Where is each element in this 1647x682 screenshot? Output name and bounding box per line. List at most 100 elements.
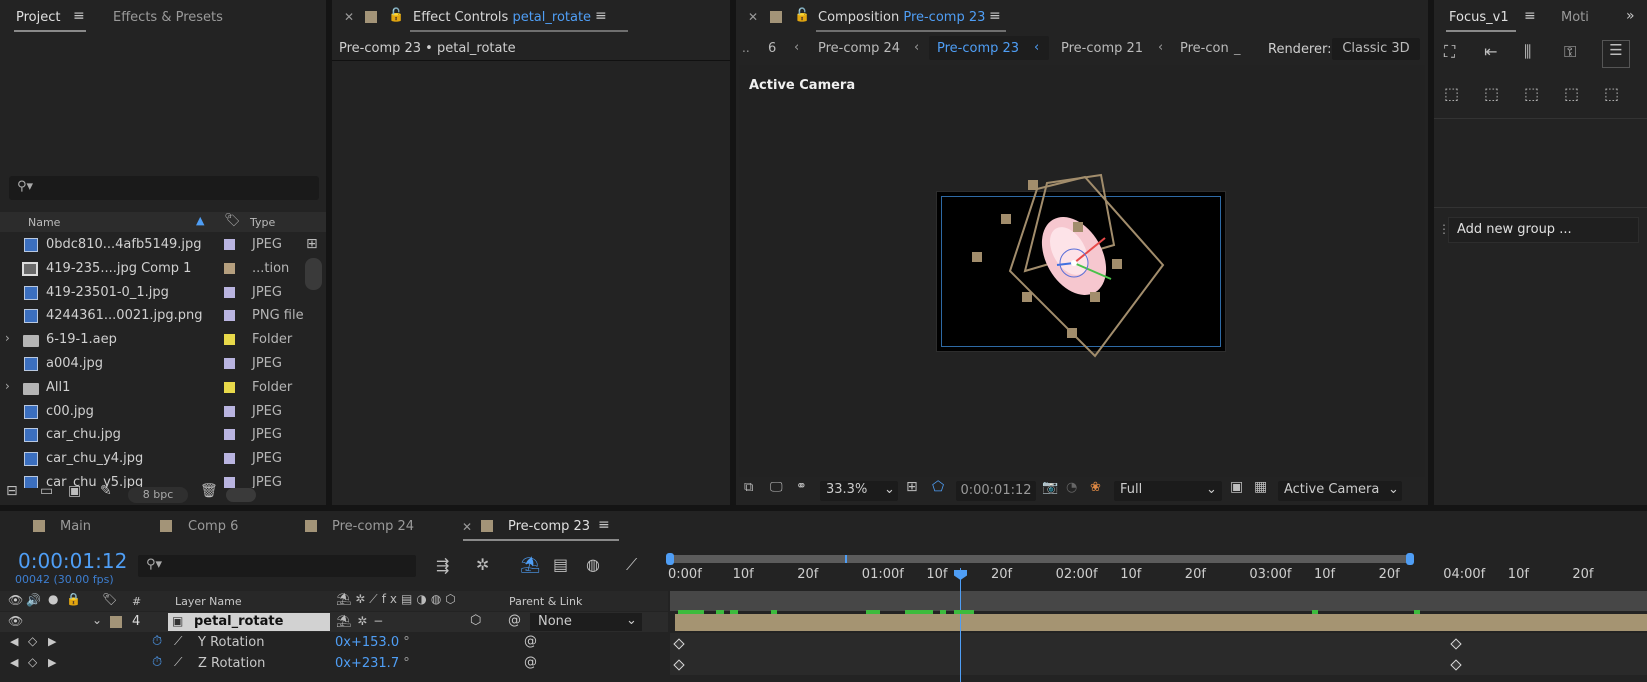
list-item[interactable]: car_chu_y4.jpg JPEG — [0, 448, 290, 471]
playhead[interactable] — [960, 568, 961, 682]
list-item[interactable]: › 6-19-1.aep Folder — [0, 329, 292, 352]
focus-tag-remove-icon[interactable]: ⬚ — [1564, 84, 1579, 103]
label-color[interactable] — [224, 310, 235, 322]
expression-pickwhip-icon[interactable]: @ — [524, 634, 537, 649]
list-item[interactable]: 0bdc810...4afb5149.jpg JPEG — [0, 234, 290, 257]
grid-guides-icon[interactable]: ⊞ — [906, 479, 918, 495]
list-item[interactable]: c00.jpg JPEG — [0, 401, 290, 424]
transform-handle[interactable] — [1022, 292, 1032, 302]
close-icon[interactable]: ✕ — [748, 10, 758, 24]
layer-name-field[interactable]: ▣ petal_rotate — [168, 613, 330, 631]
interpret-footage-icon[interactable]: ⊟ — [6, 483, 18, 499]
label-color[interactable] — [224, 239, 235, 250]
motion-blur-icon[interactable]: ◍ — [586, 555, 600, 574]
show-snapshot-icon[interactable]: ◔ — [1066, 480, 1077, 495]
label-tag-icon[interactable]: 🏷 — [224, 213, 241, 228]
label-color[interactable] — [224, 453, 235, 465]
frame-blending-icon[interactable]: ▤ — [553, 555, 568, 574]
timeline-timecode[interactable]: 0:00:01:12 — [18, 549, 127, 573]
new-composition-icon[interactable]: ▣ — [68, 483, 81, 499]
new-folder-icon[interactable]: ▭ — [40, 483, 53, 499]
layer-row[interactable]: 👁 ⌄ 4 ▣ petal_rotate ⛱✲− ⬡ @ None ⌄ — [0, 612, 668, 632]
lock-icon[interactable]: 🔓 — [388, 8, 404, 23]
focus-tag-icon[interactable]: ⬚ — [1484, 84, 1499, 103]
column-name-header[interactable]: Name — [28, 216, 60, 229]
label-color[interactable] — [224, 405, 235, 417]
focus-tag-add-icon[interactable]: ⬚ — [1604, 84, 1619, 103]
transform-handle[interactable] — [1067, 328, 1077, 338]
tab-pre-comp-24[interactable]: Pre-comp 24 — [332, 519, 414, 534]
shy-layers-icon[interactable]: ⛱ — [520, 555, 540, 574]
list-item[interactable]: a004.jpg JPEG — [0, 353, 290, 376]
expression-pickwhip-icon[interactable]: @ — [524, 655, 537, 670]
layer-duration-bar[interactable] — [675, 614, 1647, 631]
transform-handle[interactable] — [972, 252, 982, 262]
prev-keyframe-icon[interactable]: ◀ — [10, 635, 18, 648]
transform-handle[interactable] — [1028, 180, 1038, 190]
list-item[interactable]: › All1 Folder — [0, 377, 292, 400]
focus-align-icon[interactable]: ⫼ — [1524, 42, 1531, 62]
label-color[interactable] — [224, 381, 235, 393]
nav-pre-comp-23[interactable]: Pre-comp 23 ‹ — [929, 36, 1049, 60]
mask-visibility-icon[interactable]: ⚭ — [796, 479, 807, 494]
add-group-field[interactable]: Add new group ... — [1448, 217, 1639, 243]
column-type-header[interactable]: Type — [250, 216, 275, 229]
focus-select-icon[interactable]: ⛶ — [1444, 42, 1455, 62]
graph-icon[interactable]: ⟋ — [174, 634, 182, 649]
tab-main[interactable]: Main — [60, 519, 91, 534]
transform-handle[interactable] — [1073, 222, 1083, 232]
hamburger-icon[interactable]: ≡ — [989, 8, 1001, 24]
draft-3d-icon[interactable]: ✲ — [476, 555, 489, 574]
hamburger-icon[interactable]: ≡ — [598, 517, 610, 533]
current-time-field[interactable]: 0:00:01:12 — [956, 481, 1036, 501]
comp-flowchart-icon[interactable]: ⇶ — [436, 556, 449, 575]
camera-select[interactable]: Active Camera ⌄ — [1278, 481, 1402, 501]
lock-icon[interactable]: 🔓 — [794, 8, 810, 23]
property-row-y-rotation[interactable]: ◀ ◇ ▶ ⏱ ⟋ Y Rotation 0x+153.0 ° @ — [0, 633, 668, 654]
channel-rgb-icon[interactable]: ❀ — [1090, 480, 1101, 495]
flowchart-icon[interactable]: ⊞ — [306, 236, 318, 252]
3d-layer-icon[interactable]: ⬡ — [470, 613, 481, 628]
time-navigator[interactable] — [666, 553, 1414, 565]
composition-title[interactable]: Composition Pre-comp 23 — [818, 10, 985, 25]
tab-comp-6[interactable]: Comp 6 — [188, 519, 238, 534]
toggle-mask-icon[interactable]: ⬠ — [932, 479, 944, 495]
tab-focus[interactable]: Focus_v1 — [1449, 10, 1509, 25]
focus-back-icon[interactable]: ⇤ — [1484, 42, 1497, 61]
focus-tag-icon[interactable]: ⬚ — [1524, 84, 1539, 103]
region-of-interest-icon[interactable]: ▣ — [1230, 479, 1243, 495]
next-keyframe-icon[interactable]: ▶ — [48, 635, 56, 648]
hamburger-icon[interactable]: ≡ — [73, 8, 85, 24]
zoom-select[interactable]: 33.3% ⌄ — [820, 481, 898, 501]
property-value[interactable]: 0x+153.0 ° — [335, 635, 410, 650]
tab-pre-comp-23[interactable]: Pre-comp 23 — [508, 519, 590, 534]
snapshot-options-icon[interactable]: ⧉ — [744, 480, 753, 495]
parent-select[interactable]: None ⌄ — [530, 613, 642, 631]
expand-chevron-icon[interactable]: ⌄ — [92, 613, 102, 627]
thumbnail-slider[interactable] — [226, 488, 256, 502]
delete-icon[interactable]: 🗑 — [200, 483, 218, 499]
label-color[interactable] — [224, 358, 235, 369]
tab-project[interactable]: Project — [16, 10, 60, 25]
next-keyframe-icon[interactable]: ▶ — [48, 656, 56, 669]
work-area-bar[interactable] — [670, 591, 1647, 611]
layer-3d-gizmo[interactable] — [739, 65, 1425, 477]
timeline-search[interactable]: ⚲▾ — [138, 555, 416, 577]
nav-pre-comp-24[interactable]: Pre-comp 24 — [818, 41, 900, 56]
focus-list-icon[interactable]: ☰ — [1602, 40, 1630, 68]
effect-controls-title[interactable]: Effect Controls petal_rotate — [413, 10, 591, 25]
chevron-right-icon[interactable]: › — [5, 379, 10, 393]
label-color[interactable] — [224, 334, 235, 346]
transparency-grid-icon[interactable]: ▦ — [1254, 479, 1267, 495]
list-item[interactable]: 419-23501-0_1.jpg JPEG — [0, 282, 290, 305]
project-scrollbar[interactable] — [305, 258, 322, 290]
resolution-select[interactable]: Full ⌄ — [1114, 481, 1222, 501]
close-icon[interactable]: ✕ — [344, 10, 354, 24]
layer-switches[interactable]: ⛱✲− — [336, 614, 389, 628]
focus-tag-icon[interactable]: ⬚ — [1444, 84, 1459, 103]
comp-viewer[interactable]: Active Camera — [739, 65, 1425, 477]
property-value[interactable]: 0x+231.7 ° — [335, 656, 410, 671]
eye-icon[interactable]: 👁 — [8, 593, 23, 607]
list-item[interactable]: 4244361...0021.jpg.png PNG file — [0, 305, 304, 328]
nav-comp-6[interactable]: 6 — [768, 41, 776, 56]
